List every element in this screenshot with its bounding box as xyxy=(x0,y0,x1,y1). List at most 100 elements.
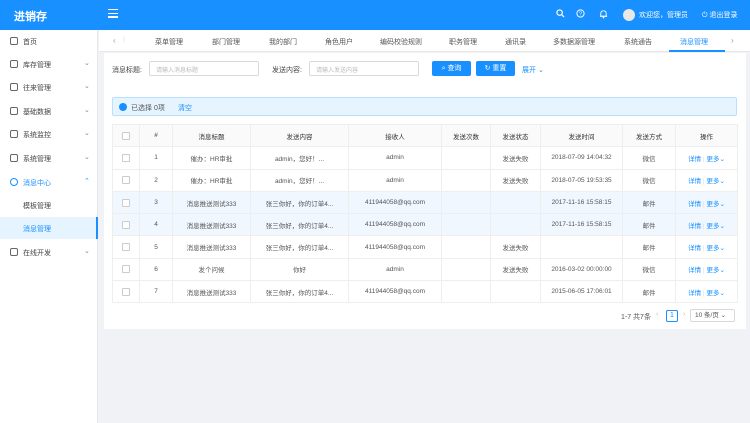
code-icon xyxy=(10,248,18,256)
more-dropdown[interactable]: 更多⌄ xyxy=(706,201,724,208)
row-time: 2017-11-16 15:58:15 xyxy=(540,213,623,237)
sidebar-item-inventory[interactable]: 库存管理 ⌄ xyxy=(0,53,98,75)
table-row[interactable]: 1 催办：HR审批 admin，您好！... admin 发送失败 2018-0… xyxy=(112,146,738,170)
detail-link[interactable]: 详情 xyxy=(688,201,701,208)
row-checkbox[interactable] xyxy=(122,153,130,162)
contact-icon xyxy=(10,83,18,91)
row-content: admin，您好！... xyxy=(250,168,349,192)
row-checkbox[interactable] xyxy=(122,220,130,229)
row-title: 催办：HR审批 xyxy=(172,146,251,170)
question-icon[interactable]: ? xyxy=(575,9,586,20)
detail-link[interactable]: 详情 xyxy=(688,156,701,163)
tab-datasources[interactable]: 多数据源管理 xyxy=(553,37,595,47)
row-receiver: admin xyxy=(348,168,442,192)
row-status: 发送失败 xyxy=(490,168,541,192)
pager-prev-icon[interactable]: ‹ xyxy=(656,311,658,318)
more-label: 更多 xyxy=(706,222,720,230)
row-checkbox[interactable] xyxy=(122,243,130,252)
select-all-cell[interactable] xyxy=(112,123,140,148)
detail-link[interactable]: 详情 xyxy=(688,267,701,274)
sidebar-item-contacts[interactable]: 往来管理 ⌄ xyxy=(0,76,98,98)
detail-link[interactable]: 详情 xyxy=(688,223,701,230)
row-checkbox[interactable] xyxy=(122,265,130,274)
pager-page-1[interactable]: 1 xyxy=(666,310,678,322)
title-filter-placeholder: 请输入消息标题 xyxy=(156,68,199,74)
row-status xyxy=(490,213,541,237)
sidebar-item-online-dev[interactable]: 在线开发 ⌄ xyxy=(0,241,98,263)
row-receiver: 411944058@qq.com xyxy=(348,190,442,215)
row-content: 张三你好，你的订单4... xyxy=(250,280,349,304)
logout-link[interactable]: ⏻ 退出登录 xyxy=(702,10,738,20)
row-number: 6 xyxy=(139,257,173,282)
table-row[interactable]: 5 消息推送测试333 张三你好，你的订单4... 411944058@qq.c… xyxy=(112,235,738,259)
sidebar-item-label: 系统管理 xyxy=(23,156,51,163)
reset-label: 重置 xyxy=(492,65,507,72)
title-filter-input[interactable]: 请输入消息标题 xyxy=(149,61,259,76)
pager-next-icon[interactable]: › xyxy=(683,311,685,318)
bell-icon[interactable] xyxy=(598,9,609,20)
row-time: 2015-06-05 17:06:01 xyxy=(540,280,623,304)
row-checkbox[interactable] xyxy=(122,176,130,185)
more-dropdown[interactable]: 更多⌄ xyxy=(706,178,724,185)
detail-link[interactable]: 详情 xyxy=(688,290,701,297)
tab-role-users[interactable]: 角色用户 xyxy=(325,37,353,47)
tabs-scroll-left-icon[interactable]: ‹ xyxy=(113,36,116,45)
table-row[interactable]: 4 消息推送测试333 张三你好，你的订单4... 411944058@qq.c… xyxy=(112,213,738,237)
column-header: 接收人 xyxy=(348,123,442,148)
detail-link[interactable]: 详情 xyxy=(688,178,701,185)
row-checkbox[interactable] xyxy=(122,198,130,207)
page-size-select[interactable]: 10 条/页 ⌄ xyxy=(690,309,735,322)
user-greeting[interactable]: 欢迎您，管理员 xyxy=(639,10,688,20)
reload-icon: ↻ xyxy=(484,65,491,72)
tab-announcements[interactable]: 系统通告 xyxy=(624,37,652,47)
row-number: 2 xyxy=(139,168,173,192)
chevron-down-icon: ⌄ xyxy=(84,248,90,255)
more-dropdown[interactable]: 更多⌄ xyxy=(706,245,724,252)
sidebar-item-monitor[interactable]: 系统监控 ⌄ xyxy=(0,123,98,145)
sidebar-item-system[interactable]: 系统管理 ⌄ xyxy=(0,147,98,169)
more-dropdown[interactable]: 更多⌄ xyxy=(706,267,724,274)
tabs-scroll-right-icon[interactable]: › xyxy=(731,36,734,45)
row-time: 2018-07-05 19:53:35 xyxy=(540,168,623,192)
tab-messages[interactable]: 消息管理 xyxy=(680,37,708,47)
tab-menu[interactable]: 菜单管理 xyxy=(155,37,183,47)
reset-button[interactable]: ↻ 重置 xyxy=(476,61,515,76)
sidebar-item-message-center[interactable]: 消息中心 ⌃ xyxy=(0,171,98,193)
content-filter-input[interactable]: 请输入发送内容 xyxy=(309,61,419,76)
tab-positions[interactable]: 职务管理 xyxy=(449,37,477,47)
sidebar-subitem-templates[interactable]: 模板管理 xyxy=(0,194,98,216)
row-receiver: 411944058@qq.com xyxy=(348,235,442,259)
select-all-checkbox[interactable] xyxy=(122,131,130,140)
top-bar: 进销存 ? 欢迎您，管理员 ⏻ 退出登录 xyxy=(0,0,750,30)
detail-link[interactable]: 详情 xyxy=(688,245,701,252)
table-row[interactable]: 2 催办：HR审批 admin，您好！... admin 发送失败 2018-0… xyxy=(112,168,738,192)
expand-filters-link[interactable]: 展开 ⌄ xyxy=(522,65,544,75)
sidebar-item-label: 往来管理 xyxy=(23,85,51,92)
more-dropdown[interactable]: 更多⌄ xyxy=(706,156,724,163)
sidebar-subitem-messages[interactable]: 消息管理 xyxy=(0,217,98,239)
more-dropdown[interactable]: 更多⌄ xyxy=(706,290,724,297)
more-dropdown[interactable]: 更多⌄ xyxy=(706,223,724,230)
row-checkbox[interactable] xyxy=(122,287,130,296)
table-row[interactable]: 6 发个问候 你好 admin 发送失败 2016-03-02 00:00:00… xyxy=(112,257,738,282)
tab-overflow-icon[interactable]: ⫶ xyxy=(123,37,125,45)
row-title: 发个问候 xyxy=(172,257,251,282)
chevron-down-icon: ⌄ xyxy=(84,154,90,161)
sidebar-item-home[interactable]: 首页 xyxy=(0,30,98,52)
tab-code-rules[interactable]: 编码校验规则 xyxy=(380,37,422,47)
active-tab-indicator xyxy=(669,50,725,52)
table-row[interactable]: 3 消息推送测试333 张三你好，你的订单4... 411944058@qq.c… xyxy=(112,190,738,215)
tab-department[interactable]: 部门管理 xyxy=(212,37,240,47)
avatar[interactable] xyxy=(623,9,635,21)
page-size-label: 10 条/页 xyxy=(695,312,719,319)
sidebar-item-base-data[interactable]: 基础数据 ⌄ xyxy=(0,100,98,122)
tab-my-department[interactable]: 我的部门 xyxy=(269,37,297,47)
menu-collapse-icon[interactable] xyxy=(108,9,118,18)
clear-selection-link[interactable]: 清空 xyxy=(178,103,192,113)
gear-icon xyxy=(10,154,18,162)
query-button[interactable]: ⌕ 查询 xyxy=(432,61,471,76)
row-method: 邮件 xyxy=(622,190,676,215)
search-icon[interactable] xyxy=(555,9,566,20)
table-row[interactable]: 7 消息推送测试333 张三你好，你的订单4... 411944058@qq.c… xyxy=(112,280,738,304)
tab-address-book[interactable]: 通讯录 xyxy=(505,37,526,47)
